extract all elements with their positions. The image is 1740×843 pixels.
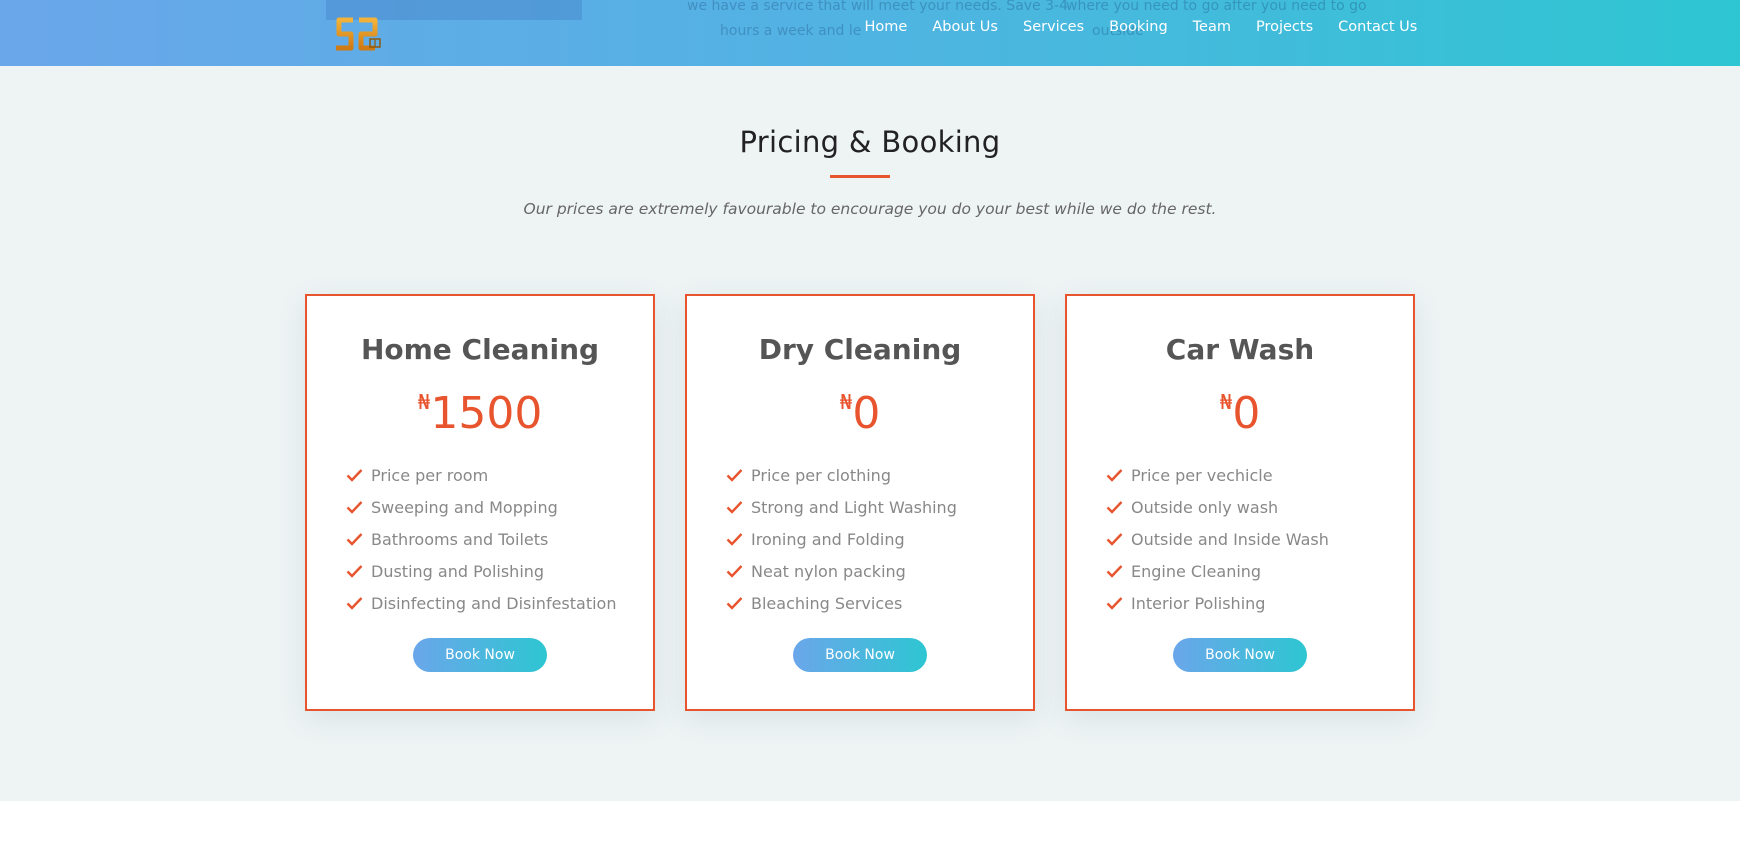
book-now-button[interactable]: Book Now [793,638,927,672]
price-amount: 1500 [430,388,543,439]
feature-list: Price per clothing Strong and Light Wash… [726,459,957,619]
currency-symbol: ₦ [839,390,853,414]
list-item: Outside only wash [1106,491,1329,523]
feature-label: Outside and Inside Wash [1131,529,1329,549]
site-header: we have a service that will meet your ne… [0,0,1740,66]
check-icon [1106,501,1123,514]
list-item: Outside and Inside Wash [1106,523,1329,555]
feature-label: Price per room [371,465,489,485]
hero-text-fragment: hours a week and le [720,23,862,39]
list-item: Strong and Light Washing [726,491,957,523]
pricing-card-home-cleaning: Home Cleaning ₦1500 Price per room Sweep… [305,294,655,711]
check-icon [726,533,743,546]
check-icon [1106,533,1123,546]
feature-label: Dusting and Polishing [371,561,545,581]
card-title: Home Cleaning [360,333,600,366]
card-title: Dry Cleaning [758,333,962,366]
currency-symbol: ₦ [1219,390,1233,414]
section-subtitle: Our prices are extremely favourable to e… [523,200,1217,218]
feature-label: Interior Polishing [1131,593,1266,613]
pricing-card-dry-cleaning: Dry Cleaning ₦0 Price per clothing Stron… [685,294,1035,711]
feature-label: Disinfecting and Disinfestation [371,593,617,613]
feature-label: Strong and Light Washing [751,497,957,517]
feature-label: Engine Cleaning [1131,561,1262,581]
list-item: Bleaching Services [726,587,957,619]
list-item: Dusting and Polishing [346,555,616,587]
feature-label: Bleaching Services [751,593,903,613]
card-price: ₦0 [687,386,1033,442]
nav-projects[interactable]: Projects [1243,17,1325,37]
company-logo-icon[interactable] [333,14,385,56]
feature-label: Price per vechicle [1131,465,1273,485]
book-now-button[interactable]: Book Now [413,638,547,672]
nav-booking[interactable]: Booking [1097,17,1181,37]
feature-list: Price per vechicle Outside only wash Out… [1106,459,1329,619]
check-icon [726,565,743,578]
list-item: Neat nylon packing [726,555,957,587]
list-item: Price per vechicle [1106,459,1329,491]
check-icon [726,501,743,514]
feature-label: Sweeping and Mopping [371,497,558,517]
price-amount: 0 [1232,388,1261,439]
currency-symbol: ₦ [417,390,431,414]
check-icon [726,597,743,610]
feature-label: Ironing and Folding [751,529,905,549]
check-icon [346,597,363,610]
list-item: Ironing and Folding [726,523,957,555]
check-icon [346,469,363,482]
feature-label: Price per clothing [751,465,891,485]
feature-label: Bathrooms and Toilets [371,529,549,549]
list-item: Price per room [346,459,616,491]
check-icon [1106,597,1123,610]
card-price: ₦1500 [307,386,653,442]
list-item: Engine Cleaning [1106,555,1329,587]
pricing-section: Pricing & Booking Our prices are extreme… [0,66,1740,801]
check-icon [346,533,363,546]
nav-team[interactable]: Team [1180,17,1243,37]
feature-label: Neat nylon packing [751,561,906,581]
feature-label: Outside only wash [1131,497,1279,517]
check-icon [1106,469,1123,482]
check-icon [346,501,363,514]
list-item: Interior Polishing [1106,587,1329,619]
feature-list: Price per room Sweeping and Mopping Bath… [346,459,616,619]
section-title: Pricing & Booking [739,125,1001,159]
book-now-button[interactable]: Book Now [1173,638,1307,672]
nav-contact-us[interactable]: Contact Us [1326,17,1430,37]
check-icon [1106,565,1123,578]
check-icon [346,565,363,578]
main-nav: Home About Us Services Booking Team Proj… [852,17,1430,37]
list-item: Bathrooms and Toilets [346,523,616,555]
title-divider [830,175,890,178]
list-item: Sweeping and Mopping [346,491,616,523]
list-item: Price per clothing [726,459,957,491]
check-icon [726,469,743,482]
nav-home[interactable]: Home [852,17,920,37]
nav-services[interactable]: Services [1010,17,1096,37]
pricing-card-car-wash: Car Wash ₦0 Price per vechicle Outside o… [1065,294,1415,711]
list-item: Disinfecting and Disinfestation [346,587,616,619]
card-price: ₦0 [1067,386,1413,442]
nav-about-us[interactable]: About Us [920,17,1011,37]
price-amount: 0 [852,388,881,439]
card-title: Car Wash [1165,333,1315,366]
